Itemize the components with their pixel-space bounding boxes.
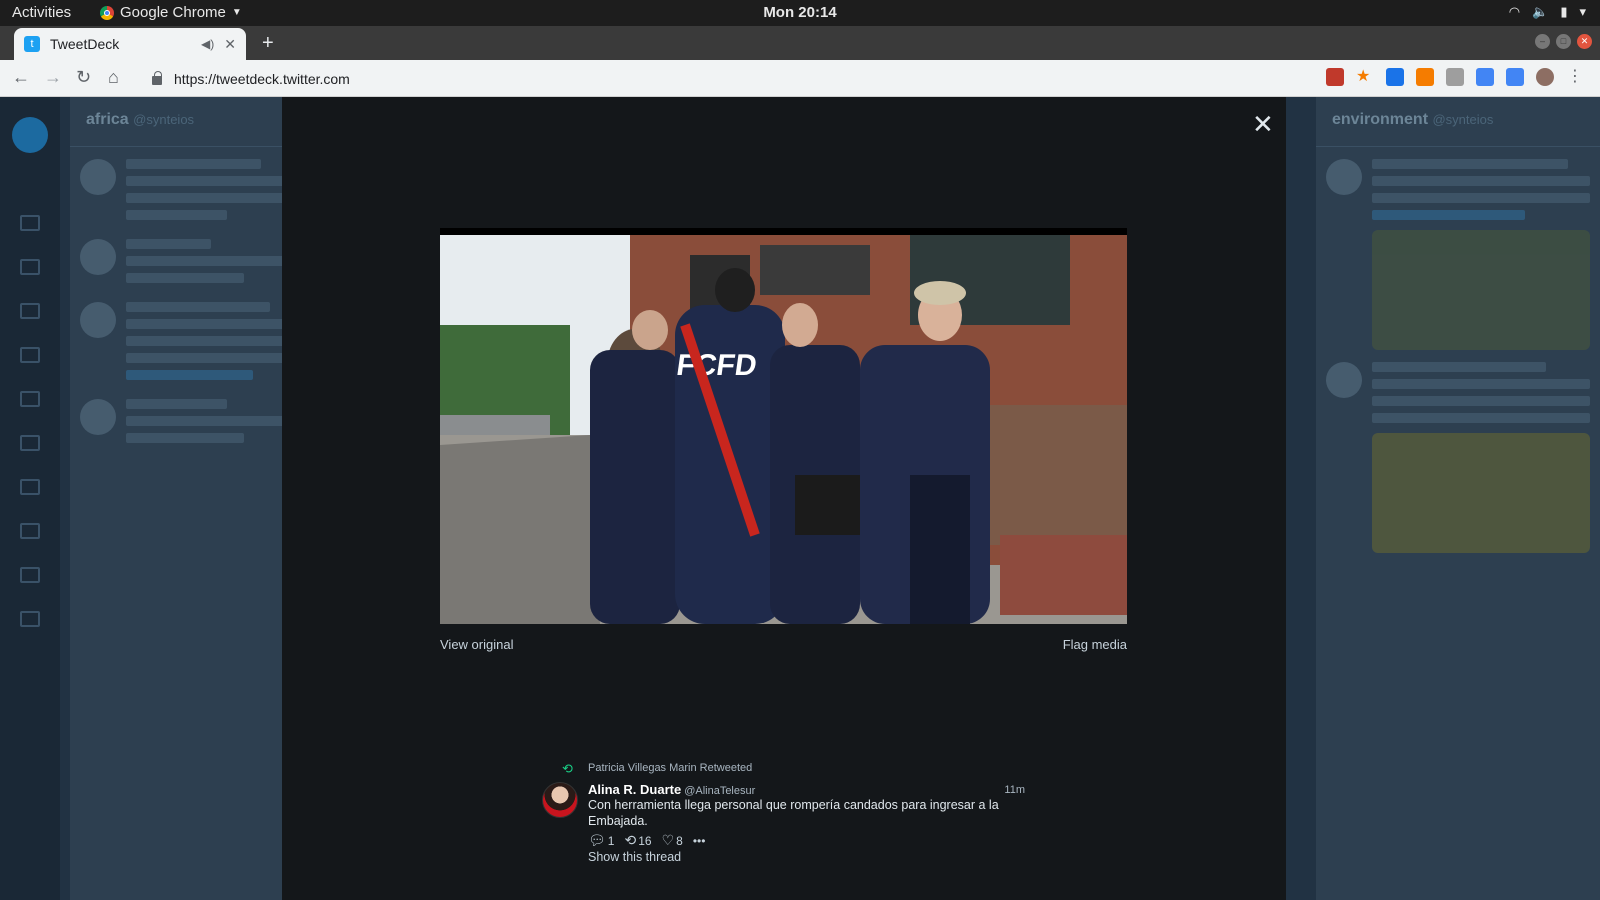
chrome-icon xyxy=(100,5,114,20)
clock[interactable]: Mon 20:14 xyxy=(763,4,836,21)
column-handle: @synteios xyxy=(133,112,195,127)
new-tab-button[interactable]: + xyxy=(262,32,274,55)
column-title: environment xyxy=(1332,111,1429,128)
wifi-icon[interactable]: ◠ xyxy=(1509,4,1520,20)
tweet-time[interactable]: 11m xyxy=(1004,784,1025,796)
list-item xyxy=(80,399,295,450)
translate-ext-icon[interactable] xyxy=(1326,68,1344,86)
column-icon[interactable] xyxy=(20,567,40,583)
extension-blue-icon[interactable] xyxy=(1386,68,1404,86)
maximize-icon[interactable]: □ xyxy=(1556,34,1571,49)
forward-arrow-icon[interactable]: → xyxy=(44,67,62,88)
volume-icon[interactable]: 🔈 xyxy=(1532,4,1548,20)
like-count: 8 xyxy=(676,834,683,848)
tab-tweetdeck[interactable]: t TweetDeck ◀) ✕ xyxy=(14,28,246,60)
lock-icon xyxy=(152,71,162,85)
media-modal: ✕ FCFD View original Flag media ⟲ Patric… xyxy=(282,97,1286,900)
rss-icon[interactable] xyxy=(1416,68,1434,86)
retweeted-by[interactable]: Patricia Villegas Marin Retweeted xyxy=(588,762,752,774)
minimize-icon[interactable]: – xyxy=(1535,34,1550,49)
column-icon[interactable] xyxy=(20,523,40,539)
retweet-button[interactable]: ⟲ 16 xyxy=(624,832,651,849)
author[interactable]: Alina R. Duarte @AlinaTelesur xyxy=(588,782,755,797)
list-item xyxy=(80,239,295,290)
list-item xyxy=(80,159,295,227)
bookmark-star-icon[interactable]: ★ xyxy=(1356,68,1374,86)
system-tray[interactable]: ◠ 🔈 ▮ ▾ xyxy=(1509,4,1586,20)
close-icon[interactable]: ✕ xyxy=(1252,111,1274,137)
like-button[interactable]: ♡ 8 xyxy=(662,832,683,849)
tab-strip: t TweetDeck ◀) ✕ + – □ ✕ xyxy=(0,26,1600,60)
url-text: https://tweetdeck.twitter.com xyxy=(174,70,350,87)
browser-toolbar: ← → ↻ ⌂ https://tweetdeck.twitter.com ★ … xyxy=(0,60,1600,97)
window-controls: – □ ✕ xyxy=(1535,34,1592,49)
column-handle: @synteios xyxy=(1432,112,1494,127)
activities-button[interactable]: Activities xyxy=(12,4,71,21)
tweet-text: Con herramienta llega personal que rompe… xyxy=(588,798,999,828)
column-title: africa xyxy=(86,111,129,128)
column-icon[interactable] xyxy=(20,479,40,495)
column-environment: environment @synteios xyxy=(1316,97,1600,900)
extension-gray-icon[interactable] xyxy=(1446,68,1464,86)
view-original-link[interactable]: View original xyxy=(440,637,513,652)
app-menu[interactable]: Google Chrome ▼ xyxy=(100,4,242,21)
tweet-actions: 💬︎ 1 ⟲ 16 ♡ 8 ••• xyxy=(588,832,705,849)
column-icon[interactable] xyxy=(20,215,40,231)
column-icon[interactable] xyxy=(20,611,40,627)
list-item xyxy=(1326,362,1590,553)
video-frame: FCFD xyxy=(440,235,1127,624)
column-header[interactable]: africa @synteios xyxy=(70,97,305,147)
menu-dots-icon[interactable]: ⋮ xyxy=(1566,68,1584,86)
caret-down-icon: ▼ xyxy=(231,7,242,18)
column-header[interactable]: environment @synteios xyxy=(1316,97,1600,147)
back-arrow-icon[interactable]: ← xyxy=(12,67,30,88)
list-item xyxy=(1326,159,1590,350)
reply-icon: 💬︎ xyxy=(588,832,606,848)
close-tab-icon[interactable]: ✕ xyxy=(224,36,236,53)
twitter-bird-icon: t xyxy=(24,36,40,52)
flag-media-link[interactable]: Flag media xyxy=(1063,637,1127,652)
extensions-area: ★ ⋮ xyxy=(1326,68,1584,86)
column-africa: africa @synteios xyxy=(70,97,305,900)
address-bar[interactable]: https://tweetdeck.twitter.com xyxy=(140,64,1240,93)
retweet-icon: ⟲ xyxy=(562,761,573,776)
column-icon[interactable] xyxy=(20,391,40,407)
video-caption: FCFD xyxy=(674,349,759,382)
column-icon[interactable] xyxy=(20,347,40,363)
column-icon[interactable] xyxy=(20,435,40,451)
reload-icon[interactable]: ↻ xyxy=(76,67,91,88)
google-translate-icon[interactable] xyxy=(1506,68,1524,86)
app-name: Google Chrome xyxy=(120,4,226,21)
compose-icon[interactable] xyxy=(12,117,48,153)
avatar[interactable] xyxy=(542,782,578,818)
column-icon[interactable] xyxy=(20,303,40,319)
author-name: Alina R. Duarte xyxy=(588,782,682,797)
author-handle: @AlinaTelesur xyxy=(684,785,756,797)
home-icon[interactable]: ⌂ xyxy=(108,67,119,88)
list-item xyxy=(80,302,295,387)
reply-count: 1 xyxy=(607,834,615,848)
system-top-bar: Activities Google Chrome ▼ Mon 20:14 ◠ 🔈… xyxy=(0,0,1600,26)
close-window-icon[interactable]: ✕ xyxy=(1577,34,1592,49)
speaker-icon[interactable]: ◀) xyxy=(201,37,214,51)
profile-avatar[interactable] xyxy=(1536,68,1554,86)
navigation-rail xyxy=(0,97,60,900)
video-player[interactable]: FCFD xyxy=(440,228,1127,624)
retweet-icon: ⟲ xyxy=(624,832,637,848)
camera-icon[interactable] xyxy=(1476,68,1494,86)
retweet-count: 16 xyxy=(638,834,652,848)
chevron-down-icon[interactable]: ▾ xyxy=(1579,4,1586,20)
reply-button[interactable]: 💬︎ 1 xyxy=(588,832,614,849)
show-thread-link[interactable]: Show this thread xyxy=(588,850,681,864)
battery-icon[interactable]: ▮ xyxy=(1560,4,1567,20)
more-options-icon[interactable]: ••• xyxy=(693,834,706,848)
column-icon[interactable] xyxy=(20,259,40,275)
heart-icon: ♡ xyxy=(661,832,675,848)
media-links: View original Flag media xyxy=(440,637,1127,652)
tab-title: TweetDeck xyxy=(50,36,120,52)
